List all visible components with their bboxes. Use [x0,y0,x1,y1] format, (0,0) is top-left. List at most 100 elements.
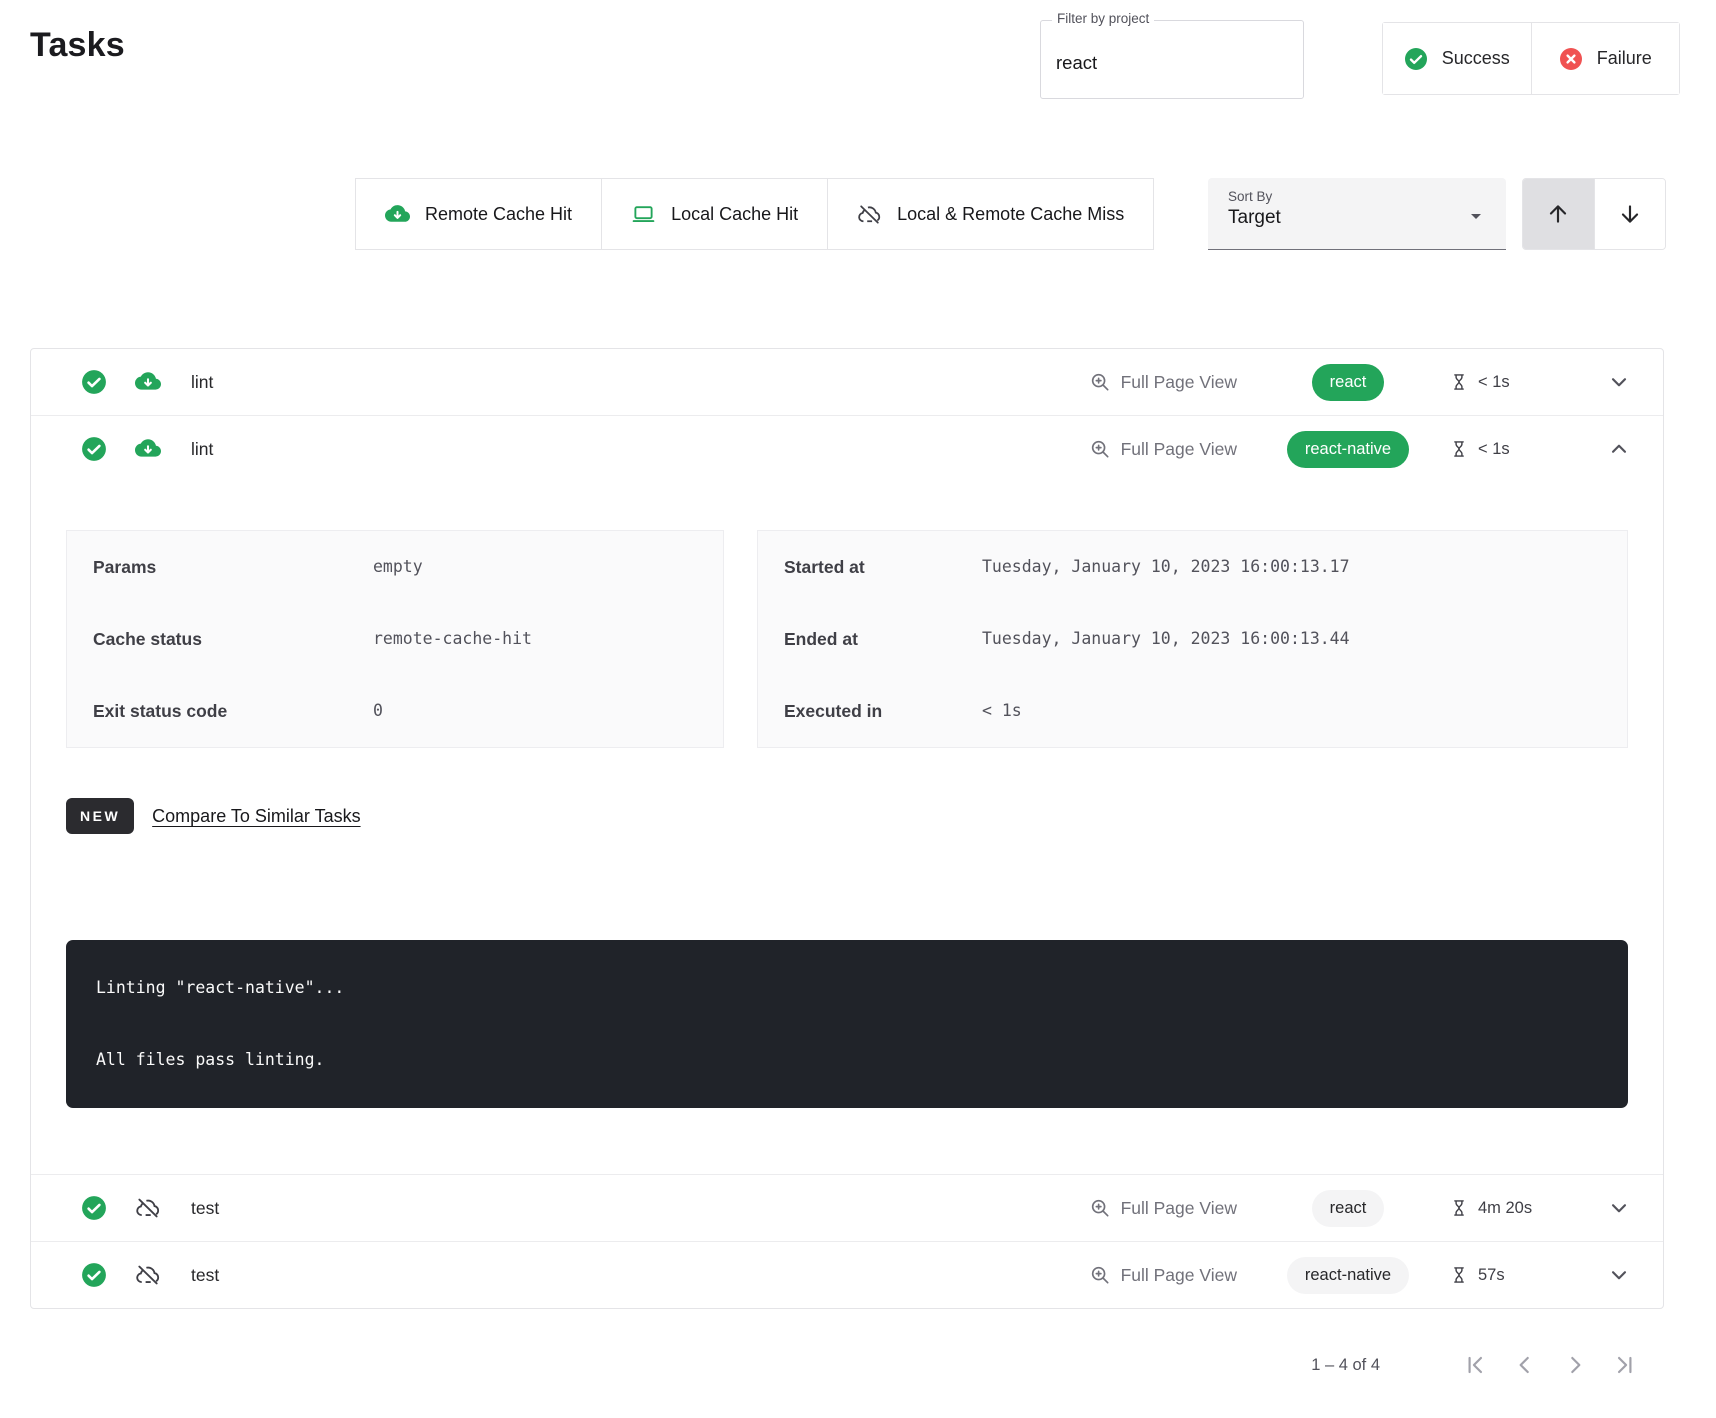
started-at-row: Started at Tuesday, January 10, 2023 16:… [758,531,1627,603]
full-page-view-button[interactable]: Full Page View [1089,1264,1237,1286]
expand-row-button[interactable] [1599,1188,1639,1228]
task-duration: 57s [1449,1265,1571,1285]
chevron-left-icon [1512,1352,1538,1378]
project-badge[interactable]: react-native [1287,431,1409,468]
remote-cache-hit-icon [135,369,161,395]
hourglass-icon [1449,1198,1469,1218]
task-target: test [191,1198,219,1219]
arrow-up-icon [1545,201,1571,227]
success-check-icon [1404,47,1428,71]
task-row[interactable]: lint Full Page View react < 1s [31,349,1663,415]
remote-cache-hit-filter-button[interactable]: Remote Cache Hit [356,179,601,249]
remote-cache-hit-icon [135,436,161,462]
project-badge[interactable]: react [1312,1190,1385,1227]
new-badge: NEW [66,798,134,834]
success-status-icon [81,1195,107,1221]
full-page-view-label: Full Page View [1121,1265,1237,1286]
collapse-row-button[interactable] [1599,429,1639,469]
expand-row-button[interactable] [1599,362,1639,402]
full-page-view-label: Full Page View [1121,439,1237,460]
cache-filter-group: Remote Cache Hit Local Cache Hit Local &… [355,178,1154,250]
cache-miss-label: Local & Remote Cache Miss [897,204,1124,225]
full-page-view-button[interactable]: Full Page View [1089,371,1237,393]
exit-code-row: Exit status code 0 [67,675,723,747]
pagination-range: 1 – 4 of 4 [1311,1356,1380,1375]
page-title: Tasks [30,26,125,65]
task-duration: 4m 20s [1449,1198,1571,1218]
task-duration: < 1s [1449,439,1571,459]
arrow-down-icon [1617,201,1643,227]
laptop-icon [631,202,656,227]
hourglass-icon [1449,439,1469,459]
task-target: lint [191,372,213,393]
chevron-down-icon [1606,1195,1632,1221]
last-page-button[interactable] [1600,1343,1650,1387]
task-timing-panel: Started at Tuesday, January 10, 2023 16:… [757,530,1628,748]
zoom-in-icon [1089,438,1111,460]
terminal-line: Linting "react-native"... [96,976,1598,1000]
task-target: test [191,1265,219,1286]
local-cache-hit-label: Local Cache Hit [671,204,798,225]
hourglass-icon [1449,372,1469,392]
project-filter-field[interactable]: Filter by project [1040,20,1304,99]
sort-direction-group [1522,178,1666,250]
sort-by-select[interactable]: Sort By Target [1208,178,1506,250]
success-status-icon [81,369,107,395]
full-page-view-label: Full Page View [1121,372,1237,393]
full-page-view-button[interactable]: Full Page View [1089,438,1237,460]
sort-descending-button[interactable] [1594,179,1666,249]
cloud-download-icon [385,202,410,227]
first-page-button[interactable] [1450,1343,1500,1387]
failure-x-icon [1559,47,1583,71]
task-params-panel: Params empty Cache status remote-cache-h… [66,530,724,748]
task-row[interactable]: test Full Page View react-native 57s [31,1241,1663,1308]
cache-miss-icon [135,1195,161,1221]
task-row[interactable]: lint Full Page View react-native < 1s [31,415,1663,482]
sort-by-value: Target [1228,207,1486,229]
sort-by-label: Sort By [1228,189,1486,204]
task-row[interactable]: test Full Page View react 4m 20s [31,1174,1663,1241]
terminal-output: Linting "react-native"... All files pass… [66,940,1628,1108]
cloud-off-icon [857,202,882,227]
success-status-icon [81,436,107,462]
executed-in-row: Executed in < 1s [758,675,1627,747]
project-badge[interactable]: react [1312,364,1385,401]
next-page-button[interactable] [1550,1343,1600,1387]
project-filter-input[interactable] [1041,21,1303,98]
ended-at-row: Ended at Tuesday, January 10, 2023 16:00… [758,603,1627,675]
compare-to-similar-tasks-link[interactable]: Compare To Similar Tasks [152,806,360,827]
pagination: 1 – 4 of 4 [30,1340,1664,1390]
failure-filter-button[interactable]: Failure [1531,23,1680,94]
task-target: lint [191,439,213,460]
zoom-in-icon [1089,371,1111,393]
zoom-in-icon [1089,1197,1111,1219]
cache-status-row: Cache status remote-cache-hit [67,603,723,675]
zoom-in-icon [1089,1264,1111,1286]
failure-filter-label: Failure [1597,48,1652,69]
full-page-view-label: Full Page View [1121,1198,1237,1219]
task-list: lint Full Page View react < 1s lint Full… [30,348,1664,1309]
project-filter-label: Filter by project [1052,11,1154,26]
chevron-down-icon [1606,369,1632,395]
hourglass-icon [1449,1265,1469,1285]
previous-page-button[interactable] [1500,1343,1550,1387]
expand-row-button[interactable] [1599,1255,1639,1295]
sort-ascending-button[interactable] [1523,179,1594,249]
local-cache-hit-filter-button[interactable]: Local Cache Hit [601,179,827,249]
cache-miss-filter-button[interactable]: Local & Remote Cache Miss [827,179,1153,249]
full-page-view-button[interactable]: Full Page View [1089,1197,1237,1219]
status-filter-group: Success Failure [1382,22,1680,95]
params-row: Params empty [67,531,723,603]
success-filter-button[interactable]: Success [1383,23,1531,94]
success-filter-label: Success [1442,48,1510,69]
chevron-down-icon [1464,204,1488,228]
success-status-icon [81,1262,107,1288]
chevron-down-icon [1606,1262,1632,1288]
chevron-right-icon [1562,1352,1588,1378]
last-page-icon [1612,1352,1638,1378]
project-badge[interactable]: react-native [1287,1257,1409,1294]
terminal-line: All files pass linting. [96,1048,1598,1072]
task-duration: < 1s [1449,372,1571,392]
remote-cache-hit-label: Remote Cache Hit [425,204,572,225]
cache-miss-icon [135,1262,161,1288]
